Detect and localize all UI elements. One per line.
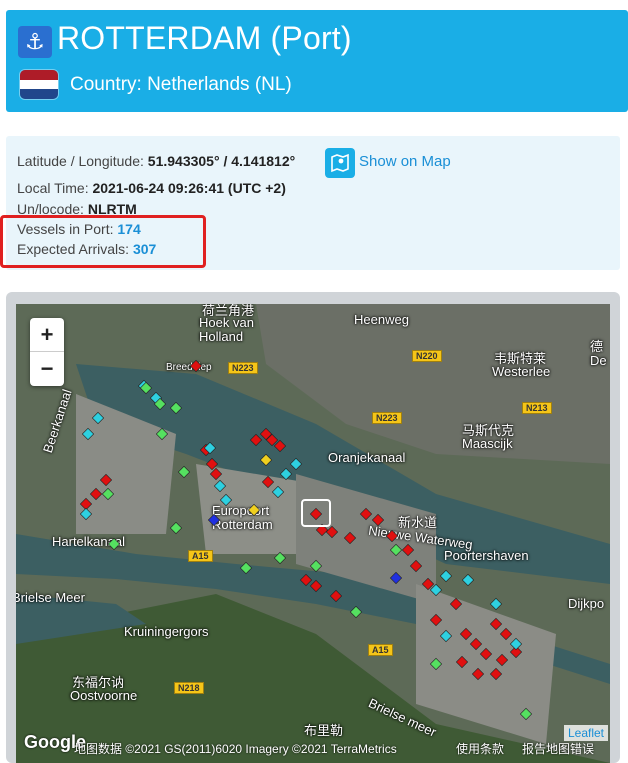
latlon-value: 51.943305° / 4.141812° bbox=[147, 153, 296, 169]
vessel-marker[interactable] bbox=[509, 637, 523, 651]
vessel-marker[interactable] bbox=[249, 433, 263, 447]
vessel-marker[interactable] bbox=[239, 561, 253, 575]
vessel-marker[interactable] bbox=[439, 569, 453, 583]
vessel-marker[interactable] bbox=[329, 589, 343, 603]
port-header: ⚓ ROTTERDAM (Port) Country: Netherlands … bbox=[6, 10, 628, 112]
vessel-marker[interactable] bbox=[207, 513, 221, 527]
vessel-marker[interactable] bbox=[219, 493, 233, 507]
vessel-marker[interactable] bbox=[273, 551, 287, 565]
vessel-marker[interactable] bbox=[439, 629, 453, 643]
vessel-marker[interactable] bbox=[349, 605, 363, 619]
vessel-marker[interactable] bbox=[91, 411, 105, 425]
map-pin-icon[interactable] bbox=[325, 148, 355, 178]
vessel-marker[interactable] bbox=[279, 467, 293, 481]
vessel-marker[interactable] bbox=[309, 507, 323, 521]
vessel-marker[interactable] bbox=[455, 655, 469, 669]
leaflet-link[interactable]: Leaflet bbox=[563, 725, 608, 741]
vessel-marker[interactable] bbox=[489, 667, 503, 681]
vessel-marker[interactable] bbox=[471, 667, 485, 681]
vessel-marker[interactable] bbox=[343, 531, 357, 545]
vessel-marker[interactable] bbox=[107, 537, 121, 551]
vessel-marker[interactable] bbox=[247, 503, 261, 517]
vessel-marker[interactable] bbox=[371, 513, 385, 527]
vessel-marker[interactable] bbox=[169, 521, 183, 535]
vessel-marker[interactable] bbox=[459, 627, 473, 641]
page-title: ROTTERDAM (Port) bbox=[57, 20, 352, 56]
map-container: + − 荷兰角港 Hoek van Holland Heenweg Breedd… bbox=[6, 292, 620, 763]
vessel-marker[interactable] bbox=[389, 543, 403, 557]
terms-link[interactable]: 使用条款 bbox=[456, 740, 504, 757]
vessel-marker[interactable] bbox=[79, 507, 93, 521]
port-map[interactable]: + − 荷兰角港 Hoek van Holland Heenweg Breedd… bbox=[16, 304, 610, 763]
map-attribution: 地图数据 ©2021 GS(2011)6020 Imagery ©2021 Te… bbox=[74, 742, 397, 756]
vessel-marker[interactable] bbox=[359, 507, 373, 521]
vessel-marker[interactable] bbox=[81, 427, 95, 441]
local-time-label: Local Time: bbox=[17, 180, 89, 196]
local-time-value: 2021-06-24 09:26:41 (UTC +2) bbox=[92, 180, 286, 196]
vessel-marker[interactable] bbox=[155, 427, 169, 441]
vessel-marker[interactable] bbox=[271, 485, 285, 499]
vessel-marker[interactable] bbox=[469, 637, 483, 651]
local-time-row: Local Time: 2021-06-24 09:26:41 (UTC +2) bbox=[17, 180, 286, 196]
vessel-marker[interactable] bbox=[261, 475, 275, 489]
vessel-marker[interactable] bbox=[429, 657, 443, 671]
vessel-marker[interactable] bbox=[101, 487, 115, 501]
vessel-marker[interactable] bbox=[309, 579, 323, 593]
vessel-marker[interactable] bbox=[325, 525, 339, 539]
vessel-marker[interactable] bbox=[89, 487, 103, 501]
vessel-marker[interactable] bbox=[259, 453, 273, 467]
country-label: Country: Netherlands (NL) bbox=[70, 74, 292, 95]
vessel-marker[interactable] bbox=[189, 359, 203, 373]
vessel-marker[interactable] bbox=[389, 571, 403, 585]
vessel-marker[interactable] bbox=[169, 401, 183, 415]
report-map-error-link[interactable]: 报告地图错误 bbox=[522, 740, 594, 757]
netherlands-flag-icon bbox=[20, 70, 58, 99]
vessel-markers bbox=[79, 359, 533, 721]
vessel-marker[interactable] bbox=[177, 465, 191, 479]
latlon-label: Latitude / Longitude: bbox=[17, 153, 144, 169]
vessel-marker[interactable] bbox=[461, 573, 475, 587]
anchor-icon: ⚓ bbox=[18, 26, 52, 58]
latlon-row: Latitude / Longitude: 51.943305° / 4.141… bbox=[17, 153, 295, 169]
vessel-marker[interactable] bbox=[99, 473, 113, 487]
vessel-marker[interactable] bbox=[489, 597, 503, 611]
vessel-marker[interactable] bbox=[299, 573, 313, 587]
vessel-marker[interactable] bbox=[309, 559, 323, 573]
highlight-box bbox=[0, 215, 206, 268]
show-on-map-link[interactable]: Show on Map bbox=[359, 153, 451, 170]
vessel-marker[interactable] bbox=[213, 479, 227, 493]
vessel-marker[interactable] bbox=[489, 617, 503, 631]
vessel-marker[interactable] bbox=[429, 613, 443, 627]
vessel-marker[interactable] bbox=[495, 653, 509, 667]
vessel-marker[interactable] bbox=[385, 529, 399, 543]
vessel-marker[interactable] bbox=[401, 543, 415, 557]
vessel-marker[interactable] bbox=[449, 597, 463, 611]
vessel-marker[interactable] bbox=[519, 707, 533, 721]
vessel-marker[interactable] bbox=[289, 457, 303, 471]
port-info-panel: Latitude / Longitude: 51.943305° / 4.141… bbox=[0, 136, 620, 270]
vessel-marker[interactable] bbox=[479, 647, 493, 661]
vessel-marker[interactable] bbox=[409, 559, 423, 573]
vessel-marker[interactable] bbox=[499, 627, 513, 641]
